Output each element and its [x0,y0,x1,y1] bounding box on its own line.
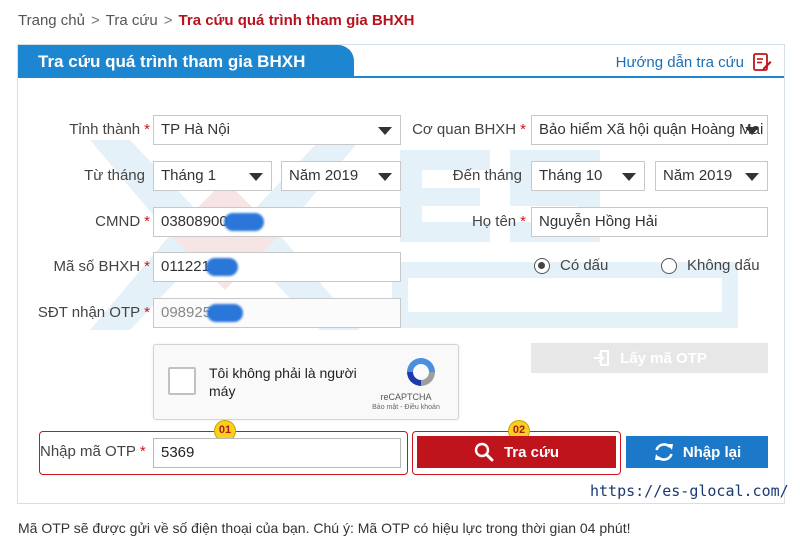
province-value: TP Hà Nội [161,121,230,138]
recaptcha-brand: reCAPTCHA [380,392,432,402]
reset-button[interactable]: Nhập lại [626,436,768,468]
from-year-select[interactable]: Năm 2019 [281,161,401,191]
get-otp-button[interactable]: Lấy mã OTP [531,343,768,373]
watermark-url: https://es-glocal.com/ [590,482,789,500]
recaptcha-logo-icon [407,358,435,386]
agency-value: Bảo hiểm Xã hội quận Hoàng Mai [539,121,764,138]
chevron-down-icon [745,173,759,181]
full-name-input[interactable]: Nguyễn Hồng Hải [531,207,768,237]
insurance-code-value: 011221 [161,258,210,275]
id-card-label: CMND * [95,213,150,230]
from-month-select[interactable]: Tháng 1 [153,161,272,191]
insurance-code-input[interactable]: 011221 [153,252,401,282]
insurance-code-label: Mã số BHXH * [53,258,150,275]
search-button[interactable]: Tra cứu [417,436,616,468]
guide-link[interactable]: Hướng dẫn tra cứu [616,52,772,72]
reset-label: Nhập lại [682,443,742,461]
to-month-label: Đến tháng [452,167,522,184]
sign-in-icon [594,350,610,366]
otp-value: 5369 [161,444,195,461]
refresh-icon [654,443,673,461]
id-card-value: 03808900 [161,213,228,230]
breadcrumb-separator: > [90,12,100,29]
accent-with-radio[interactable]: Có dấu [534,257,608,274]
recaptcha-text: Tôi không phải là người máy [209,365,357,399]
from-month-label: Từ tháng [84,167,145,184]
panel-title: Tra cứu quá trình tham gia BHXH [18,45,354,78]
agency-select[interactable]: Bảo hiểm Xã hội quận Hoàng Mai [531,115,768,145]
chevron-down-icon [378,173,392,181]
breadcrumb-current: Tra cứu quá trình tham gia BHXH [178,12,415,29]
search-label: Tra cứu [503,443,560,461]
radio-checked-icon [534,257,550,274]
full-name-value: Nguyễn Hồng Hải [539,213,658,230]
from-year-value: Năm 2019 [289,167,359,184]
chevron-down-icon [622,173,636,181]
otp-label: Nhập mã OTP * [40,443,146,460]
guide-link-label: Hướng dẫn tra cứu [615,53,744,71]
province-select[interactable]: TP Hà Nội [153,115,401,145]
redaction-mark [223,213,264,232]
redaction-mark [205,258,238,277]
chevron-down-icon [745,127,759,135]
to-month-value: Tháng 10 [539,167,603,184]
phone-value: 098925 [161,304,212,321]
chevron-down-icon [249,173,263,181]
phone-input: 098925 [153,298,401,328]
otp-validity-note: Mã OTP sẽ được gửi về số điện thoại của … [18,520,631,536]
from-month-value: Tháng 1 [161,167,217,184]
to-month-select[interactable]: Tháng 10 [531,161,645,191]
to-year-select[interactable]: Năm 2019 [655,161,768,191]
otp-input[interactable]: 5369 [153,438,401,468]
agency-label: Cơ quan BHXH * [412,121,526,138]
accent-without-radio[interactable]: Không dấu [661,257,760,274]
breadcrumb-separator: > [163,12,173,29]
edit-document-icon [753,53,772,71]
phone-label: SĐT nhận OTP * [37,304,150,321]
breadcrumb: Trang chủ > Tra cứu > Tra cứu quá trình … [18,12,414,29]
breadcrumb-home[interactable]: Trang chủ [18,12,85,29]
full-name-label: Họ tên * [471,213,526,230]
panel-header: Tra cứu quá trình tham gia BHXH Hướng dẫ… [18,45,784,78]
search-icon [474,442,494,462]
accent-without-label: Không dấu [687,257,760,274]
recaptcha-links[interactable]: Bảo mật - Điều khoản [366,404,446,411]
accent-with-label: Có dấu [560,257,609,274]
get-otp-label: Lấy mã OTP [620,349,707,367]
breadcrumb-section[interactable]: Tra cứu [106,12,158,29]
recaptcha-widget: Tôi không phải là người máy reCAPTCHA Bả… [153,344,459,420]
redaction-mark [207,304,244,323]
chevron-down-icon [378,127,392,135]
to-year-value: Năm 2019 [663,167,733,184]
id-card-input[interactable]: 03808900 [153,207,401,237]
province-label: Tỉnh thành * [69,121,150,138]
radio-unchecked-icon [661,257,677,274]
recaptcha-checkbox[interactable] [168,367,196,395]
